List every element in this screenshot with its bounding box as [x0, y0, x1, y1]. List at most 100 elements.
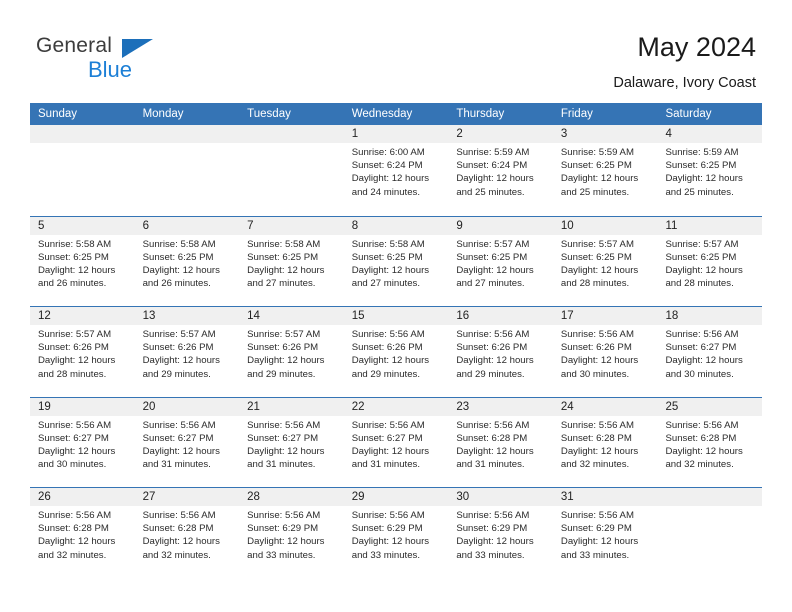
day-cell-9[interactable]: 9 Sunrise: 5:57 AM Sunset: 6:25 PM Daylight… [448, 216, 553, 306]
day-cell-1[interactable]: 1 Sunrise: 6:00 AM Sunset: 6:24 PM Daylight… [343, 125, 449, 216]
day-cell-29[interactable]: 29 Sunrise: 5:56 AM Sunset: 6:29 PM Dayligh… [343, 488, 449, 578]
calendar-grid: Sunday Monday Tuesday Wednesday Thursday Frid… [30, 103, 763, 578]
day-cell-3[interactable]: 3 Sunrise: 5:59 AM Sunset: 6:25 PM Daylight… [552, 125, 658, 216]
daylight-text: Daylight: 12 hours and 24 minutes. [351, 173, 430, 198]
day-cell-17[interactable]: 17 Sunrise: 5:56 AM Sunset: 6:26 PM Dayligh… [552, 307, 658, 397]
day-number: 22 [343, 397, 449, 416]
daylight-text: Daylight: 12 hours and 31 minutes. [247, 445, 325, 471]
daylight-text: Daylight: 12 hours and 30 minutes. [38, 445, 116, 471]
day-number: 26 [30, 488, 135, 506]
sunset-text: Sunset: 6:28 PM [665, 432, 737, 444]
day-cell-22[interactable]: 22 Sunrise: 5:56 AM Sunset: 6:27 PM Dayligh… [343, 397, 449, 487]
sunset-text: Sunset: 6:25 PM [665, 251, 737, 263]
sunset-text: Sunset: 6:25 PM [456, 251, 528, 263]
sunrise-text: Sunrise: 5:57 AM [665, 238, 739, 250]
day-cell-28[interactable]: 28 Sunrise: 5:56 AM Sunset: 6:29 PM Dayligh… [239, 488, 344, 578]
day-cell-14[interactable]: 14 Sunrise: 5:57 AM Sunset: 6:26 PM Dayligh… [239, 307, 344, 397]
weekday-header-friday: Friday [560, 108, 593, 120]
sunrise-text: Sunrise: 5:58 AM [142, 238, 216, 250]
day-cell-2[interactable]: 2 Sunrise: 5:59 AM Sunset: 6:24 PM Daylight… [448, 125, 553, 216]
day-cell-4[interactable]: 4 Sunrise: 5:59 AM Sunset: 6:25 PM Daylight… [657, 125, 763, 216]
weekday-header-thursday: Thursday [456, 108, 505, 120]
sunset-text: Sunset: 6:26 PM [142, 342, 214, 354]
day-number: 15 [343, 307, 449, 325]
day-number [657, 488, 763, 506]
day-cell-11[interactable]: 11 Sunrise: 5:57 AM Sunset: 6:25 PM Dayligh… [657, 216, 763, 306]
sunset-text: Sunset: 6:29 PM [456, 523, 528, 535]
day-number: 2 [448, 125, 553, 143]
day-number [134, 125, 240, 143]
day-sun-info: Sunrise: 6:00 AM Sunset: 6:24 PM Daylight:… [344, 143, 449, 199]
sunrise-text: Sunrise: 5:58 AM [351, 238, 425, 250]
day-cell-24[interactable]: 24 Sunrise: 5:56 AM Sunset: 6:28 PM Dayligh… [552, 397, 658, 487]
day-number: 6 [134, 216, 240, 235]
day-cell-27[interactable]: 27 Sunrise: 5:56 AM Sunset: 6:28 PM Dayligh… [134, 488, 240, 578]
day-cell-13[interactable]: 13 Sunrise: 5:57 AM Sunset: 6:26 PM Dayligh… [134, 307, 240, 397]
weekday-header-saturday: Saturday [665, 108, 712, 120]
sunset-text: Sunset: 6:27 PM [665, 342, 737, 354]
daylight-text: Daylight: 12 hours and 26 minutes. [142, 264, 220, 290]
title-block: May 2024 Dalaware, Ivory Coast [613, 30, 756, 93]
day-cell-12[interactable]: 12 Sunrise: 5:57 AM Sunset: 6:26 PM Dayligh… [30, 307, 135, 397]
day-cell-25[interactable]: 25 Sunrise: 5:56 AM Sunset: 6:28 PM Dayligh… [657, 397, 763, 487]
day-number: 5 [30, 216, 135, 235]
day-cell-10[interactable]: 10 Sunrise: 5:57 AM Sunset: 6:25 PM Dayligh… [552, 216, 658, 306]
day-cell-20[interactable]: 20 Sunrise: 5:56 AM Sunset: 6:27 PM Dayligh… [134, 397, 240, 487]
sunrise-text: Sunrise: 5:57 AM [456, 238, 530, 250]
sunset-text: Sunset: 6:25 PM [560, 251, 632, 263]
day-cell-8[interactable]: 8 Sunrise: 5:58 AM Sunset: 6:25 PM Daylight… [343, 216, 449, 306]
sunset-text: Sunset: 6:26 PM [351, 342, 423, 354]
sunset-text: Sunset: 6:24 PM [456, 160, 528, 172]
sunrise-text: Sunrise: 5:56 AM [560, 329, 634, 340]
day-cell-16[interactable]: 16 Sunrise: 5:56 AM Sunset: 6:26 PM Dayligh… [448, 307, 553, 397]
day-cell-26[interactable]: 26 Sunrise: 5:56 AM Sunset: 6:28 PM Dayligh… [30, 488, 135, 578]
sunrise-text: Sunrise: 5:59 AM [560, 147, 634, 158]
day-number: 18 [657, 307, 763, 325]
day-cell-empty [239, 125, 344, 216]
day-number [239, 125, 344, 143]
sunset-text: Sunset: 6:26 PM [38, 342, 109, 354]
daylight-text: Daylight: 12 hours and 30 minutes. [665, 355, 743, 380]
sunrise-text: Sunrise: 5:56 AM [38, 510, 112, 521]
daylight-text: Daylight: 12 hours and 32 minutes. [38, 536, 116, 561]
day-cell-31[interactable]: 31 Sunrise: 5:56 AM Sunset: 6:29 PM Dayligh… [552, 488, 658, 578]
sunrise-text: Sunrise: 5:56 AM [142, 510, 216, 521]
day-sun-info: Sunrise: 5:57 AM Sunset: 6:25 PM Daylight:… [657, 235, 762, 291]
day-cell-7[interactable]: 7 Sunrise: 5:58 AM Sunset: 6:25 PM Daylight… [239, 216, 344, 306]
day-number: 7 [239, 216, 344, 235]
day-cell-23[interactable]: 23 Sunrise: 5:56 AM Sunset: 6:28 PM Dayligh… [448, 397, 553, 487]
day-number: 14 [239, 307, 344, 325]
daylight-text: Daylight: 12 hours and 32 minutes. [142, 536, 220, 561]
day-sun-info: Sunrise: 5:57 AM Sunset: 6:26 PM Daylight:… [239, 325, 344, 381]
sunrise-text: Sunrise: 5:59 AM [665, 147, 739, 158]
day-cell-15[interactable]: 15 Sunrise: 5:56 AM Sunset: 6:26 PM Dayligh… [343, 307, 449, 397]
logo-triangle-icon [122, 39, 153, 58]
day-number: 23 [448, 397, 553, 416]
daylight-text: Daylight: 12 hours and 27 minutes. [247, 264, 325, 290]
day-sun-info: Sunrise: 5:56 AM Sunset: 6:29 PM Daylight:… [448, 506, 553, 562]
calendar-week-row: 5 Sunrise: 5:58 AM Sunset: 6:25 PM Daylight… [30, 215, 763, 306]
sunset-text: Sunset: 6:28 PM [38, 523, 109, 535]
daylight-text: Daylight: 12 hours and 28 minutes. [665, 264, 743, 290]
day-sun-info: Sunrise: 5:57 AM Sunset: 6:25 PM Daylight:… [553, 235, 658, 291]
sunset-text: Sunset: 6:25 PM [665, 160, 737, 172]
calendar-week-row: 12 Sunrise: 5:57 AM Sunset: 6:26 PM Dayligh… [30, 306, 763, 397]
day-cell-18[interactable]: 18 Sunrise: 5:56 AM Sunset: 6:27 PM Dayligh… [657, 307, 763, 397]
day-cell-19[interactable]: 19 Sunrise: 5:56 AM Sunset: 6:27 PM Dayligh… [30, 397, 135, 487]
sunset-text: Sunset: 6:26 PM [456, 342, 528, 354]
day-sun-info [135, 143, 240, 146]
day-sun-info: Sunrise: 5:59 AM Sunset: 6:25 PM Daylight:… [553, 143, 658, 199]
day-cell-30[interactable]: 30 Sunrise: 5:56 AM Sunset: 6:29 PM Dayligh… [448, 488, 553, 578]
day-cell-6[interactable]: 6 Sunrise: 5:58 AM Sunset: 6:25 PM Daylight… [134, 216, 240, 306]
sunrise-text: Sunrise: 5:56 AM [351, 329, 425, 340]
day-number: 12 [30, 307, 135, 325]
daylight-text: Daylight: 12 hours and 28 minutes. [38, 355, 116, 380]
daylight-text: Daylight: 12 hours and 26 minutes. [38, 264, 116, 290]
sunset-text: Sunset: 6:27 PM [38, 432, 109, 444]
day-cell-5[interactable]: 5 Sunrise: 5:58 AM Sunset: 6:25 PM Daylight… [30, 216, 135, 306]
day-number: 9 [448, 216, 553, 235]
day-sun-info: Sunrise: 5:56 AM Sunset: 6:29 PM Daylight:… [239, 506, 344, 562]
sunrise-text: Sunrise: 5:56 AM [456, 510, 530, 521]
day-sun-info: Sunrise: 5:56 AM Sunset: 6:26 PM Daylight:… [448, 325, 553, 381]
day-cell-21[interactable]: 21 Sunrise: 5:56 AM Sunset: 6:27 PM Dayligh… [239, 397, 344, 487]
